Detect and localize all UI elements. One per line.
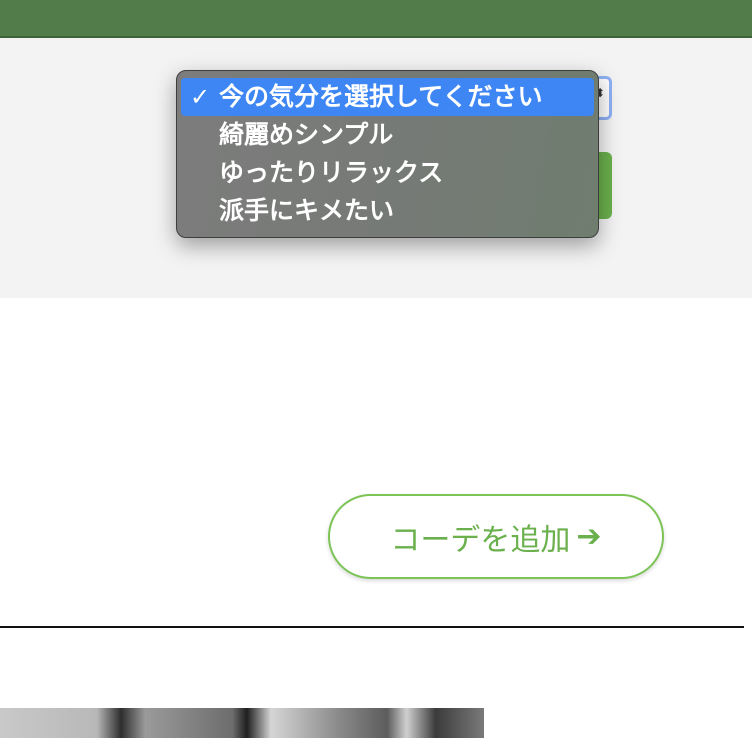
mood-select-dropdown: ✓ 今の気分を選択してください 綺麗めシンプル ゆったりリラックス 派手にキメた… xyxy=(176,70,599,238)
option-label: ゆったりリラックス xyxy=(219,158,444,187)
add-outfit-label: コーデを追加 xyxy=(390,522,571,558)
mood-option-flashy[interactable]: 派手にキメたい xyxy=(181,192,594,230)
arrow-right-icon: ➔ xyxy=(576,519,602,554)
mood-option-simple[interactable]: 綺麗めシンプル xyxy=(181,116,594,154)
mood-option-placeholder[interactable]: ✓ 今の気分を選択してください xyxy=(181,78,594,116)
checkmark-icon: ✓ xyxy=(190,83,211,111)
mood-option-relax[interactable]: ゆったりリラックス xyxy=(181,154,594,192)
outfit-photo[interactable] xyxy=(0,708,484,738)
top-header-bar xyxy=(0,0,752,38)
option-label: 今の気分を選択してください xyxy=(219,82,543,111)
option-label: 派手にキメたい xyxy=(219,196,395,225)
option-label: 綺麗めシンプル xyxy=(219,120,394,149)
section-divider xyxy=(0,626,744,628)
add-outfit-button[interactable]: コーデを追加 ➔ xyxy=(328,494,664,579)
